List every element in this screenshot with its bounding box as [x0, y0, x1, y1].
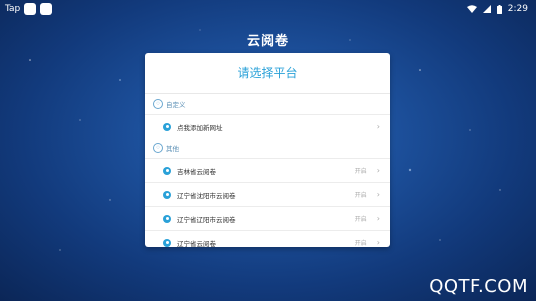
status-bar: Tap 2:29: [0, 0, 536, 18]
list-item-label: 辽宁省沈阳市云阅卷: [177, 191, 236, 200]
app-title: 云阅卷: [246, 34, 289, 49]
list-item-platform[interactable]: 辽宁省沈阳市云阅卷 开启 ›: [145, 182, 390, 206]
radio-dot-icon: [163, 214, 171, 223]
wifi-icon: [466, 5, 477, 13]
notification-icon: [40, 3, 53, 15]
section-label: 其他: [166, 145, 179, 153]
list-item-platform[interactable]: 辽宁省辽阳市云阅卷 开启 ›: [145, 206, 390, 230]
list-item-status: 开启: [354, 216, 367, 223]
radio-dot-icon: [163, 190, 171, 199]
notification-icon: [24, 3, 37, 15]
list-item-add-url[interactable]: 点我添加新网址 ›: [145, 114, 390, 138]
signal-icon: [482, 5, 491, 13]
list-item-platform[interactable]: 辽宁省云阅卷 开启 ›: [145, 230, 390, 247]
list-item-label: 吉林省云阅卷: [177, 167, 216, 176]
section-icon: ○: [153, 143, 163, 153]
chevron-right-icon: ›: [376, 190, 380, 199]
section-label: 自定义: [166, 101, 186, 109]
dialog-title: 请选择平台: [145, 53, 390, 94]
section-icon: ○: [153, 99, 163, 109]
chevron-right-icon: ›: [376, 166, 380, 175]
status-tap-label: Tap: [5, 4, 21, 14]
section-header-other: ○ 其他: [145, 138, 390, 158]
list-item-label: 辽宁省云阅卷: [177, 239, 216, 248]
chevron-right-icon: ›: [376, 214, 380, 223]
list-item-label: 辽宁省辽阳市云阅卷: [177, 215, 236, 224]
list-item-status: 开启: [354, 168, 367, 175]
chevron-right-icon: ›: [376, 238, 380, 247]
watermark: QQTF.COM: [429, 276, 528, 297]
list-item-platform[interactable]: 吉林省云阅卷 开启 ›: [145, 158, 390, 182]
platform-select-dialog: 请选择平台 ○ 自定义 点我添加新网址 › ○ 其他 吉林省云阅卷 开启 › 辽…: [145, 53, 390, 247]
chevron-right-icon: ›: [376, 122, 380, 131]
radio-dot-icon: [163, 166, 171, 175]
list-item-status: 开启: [354, 192, 367, 199]
section-header-custom: ○ 自定义: [145, 94, 390, 114]
status-bar-right: 2:29: [466, 4, 528, 14]
radio-dot-icon: [163, 122, 171, 131]
battery-icon: [496, 4, 502, 14]
list-item-label: 点我添加新网址: [177, 123, 223, 132]
radio-dot-icon: [163, 238, 171, 247]
status-bar-left: Tap: [5, 3, 53, 15]
status-time: 2:29: [507, 4, 528, 14]
list-item-status: 开启: [354, 240, 367, 247]
